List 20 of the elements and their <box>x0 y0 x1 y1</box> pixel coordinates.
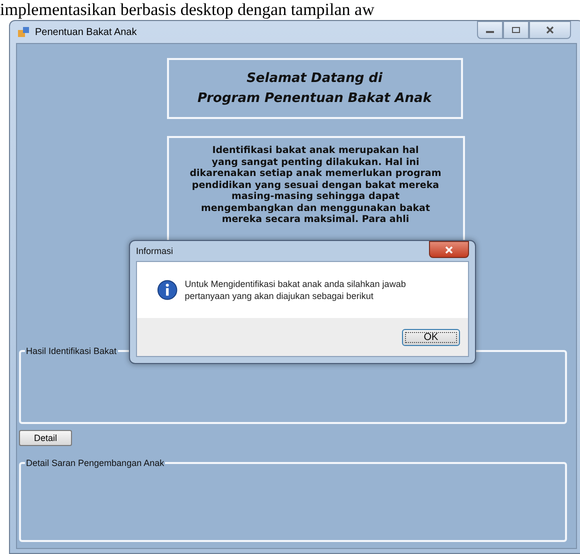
ok-button[interactable]: OK <box>402 328 460 346</box>
close-icon <box>444 246 454 254</box>
intro-paragraph: Identifikasi bakat anak merupakan hal yang sangat penting dilakukan. Hal ini dikarenakan setiap anak memerlukan program pendidikan yang sesuai dengan bakat mereka masing-masing sehingga dapat mengembangkan dan menggunakan bakat mereka secara maksimal. Para ahli <box>190 145 442 226</box>
maximize-button[interactable] <box>503 21 529 39</box>
info-icon <box>157 279 178 301</box>
window-title: Penentuan Bakat Anak <box>35 26 137 38</box>
dialog-title: Informasi <box>136 246 174 256</box>
close-button[interactable] <box>529 21 571 39</box>
welcome-heading: Selamat Datang di <box>246 70 382 88</box>
dialog-message: Untuk Mengidentifikasi bakat anak anda silahkan jawab pertanyaan yang akan diajukan sebagai berikut <box>184 278 407 302</box>
welcome-heading: Program Penentuan Bakat Anak <box>198 90 432 108</box>
maximize-icon <box>511 26 521 34</box>
detail-button[interactable]: Detail <box>19 430 72 446</box>
app-icon <box>18 26 30 38</box>
close-button[interactable] <box>429 241 469 258</box>
minimize-button[interactable] <box>477 21 503 39</box>
group-title: Detail Saran Pengembangan Anak <box>25 458 166 468</box>
close-icon <box>545 26 555 34</box>
document-text: implementasikan berbasis desktop dengan tampilan aw <box>0 0 374 20</box>
group-title: Hasil Identifikasi Bakat <box>25 346 118 356</box>
